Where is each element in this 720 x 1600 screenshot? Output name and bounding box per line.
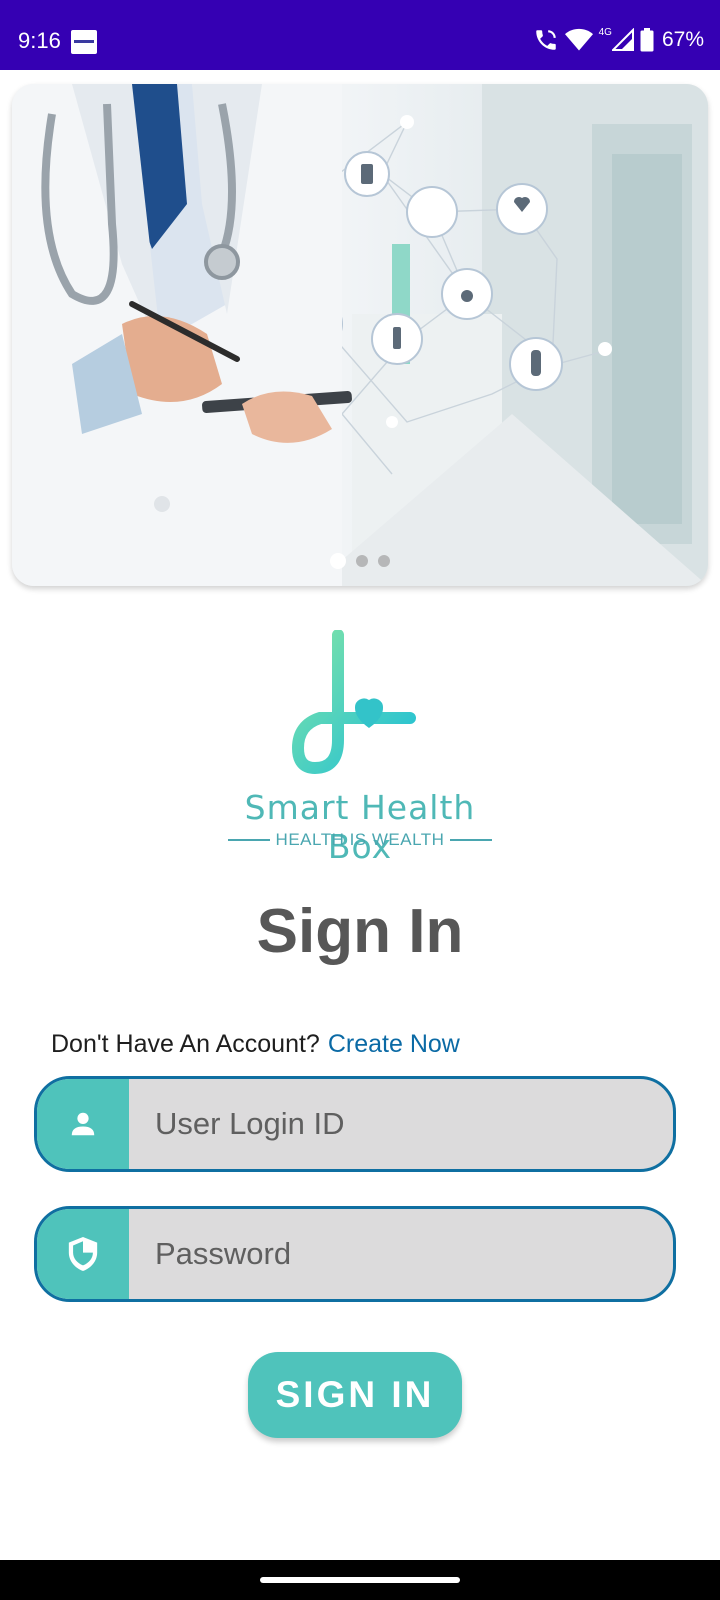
wifi-icon [564, 28, 593, 51]
user-icon-box [37, 1079, 129, 1169]
carousel-dot-1[interactable] [330, 553, 346, 569]
wifi-calling-icon [535, 30, 556, 50]
doctor-illustration [12, 84, 708, 586]
user-login-input[interactable] [129, 1079, 673, 1169]
shield-icon [68, 1237, 98, 1271]
page-title: Sign In [256, 897, 464, 966]
tagline-text: HEALTH IS WEALTH [275, 830, 445, 849]
no-account-prompt: Don't Have An Account? [51, 1030, 320, 1058]
carousel-indicator [330, 553, 390, 569]
password-field[interactable] [34, 1206, 676, 1302]
sign-in-button[interactable]: SIGN IN [248, 1352, 462, 1438]
app-logo: Smart Health Box HEALTH IS WEALTH [210, 630, 510, 866]
status-time: 9:16 [18, 28, 61, 53]
tagline-divider-right [450, 839, 493, 841]
battery-percentage: 67% [661, 28, 704, 51]
create-now-link[interactable]: Create Now [328, 1030, 460, 1058]
logo-tagline: HEALTH IS WEALTH [210, 830, 510, 850]
status-bar: 9:16 4G 67% [0, 0, 720, 70]
home-indicator[interactable] [260, 1577, 460, 1583]
tagline-divider-left [227, 839, 270, 841]
status-icons: 4G 67% [533, 26, 704, 54]
cellular-signal-icon [611, 28, 634, 51]
battery-icon [640, 28, 654, 52]
carousel-dot-3[interactable] [378, 555, 390, 567]
banner-carousel[interactable] [12, 84, 708, 586]
create-account-row: Don't Have An Account? Create Now [51, 1030, 460, 1059]
smart-health-box-logo-mark [291, 630, 416, 775]
password-input[interactable] [129, 1209, 673, 1299]
app-notification-icon [71, 30, 97, 54]
person-icon [71, 1112, 95, 1136]
password-icon-box [37, 1209, 129, 1299]
carousel-dot-2[interactable] [356, 555, 368, 567]
network-type-label: 4G [598, 26, 612, 38]
logo-title: Smart Health Box [244, 788, 476, 866]
user-login-field[interactable] [34, 1076, 676, 1172]
